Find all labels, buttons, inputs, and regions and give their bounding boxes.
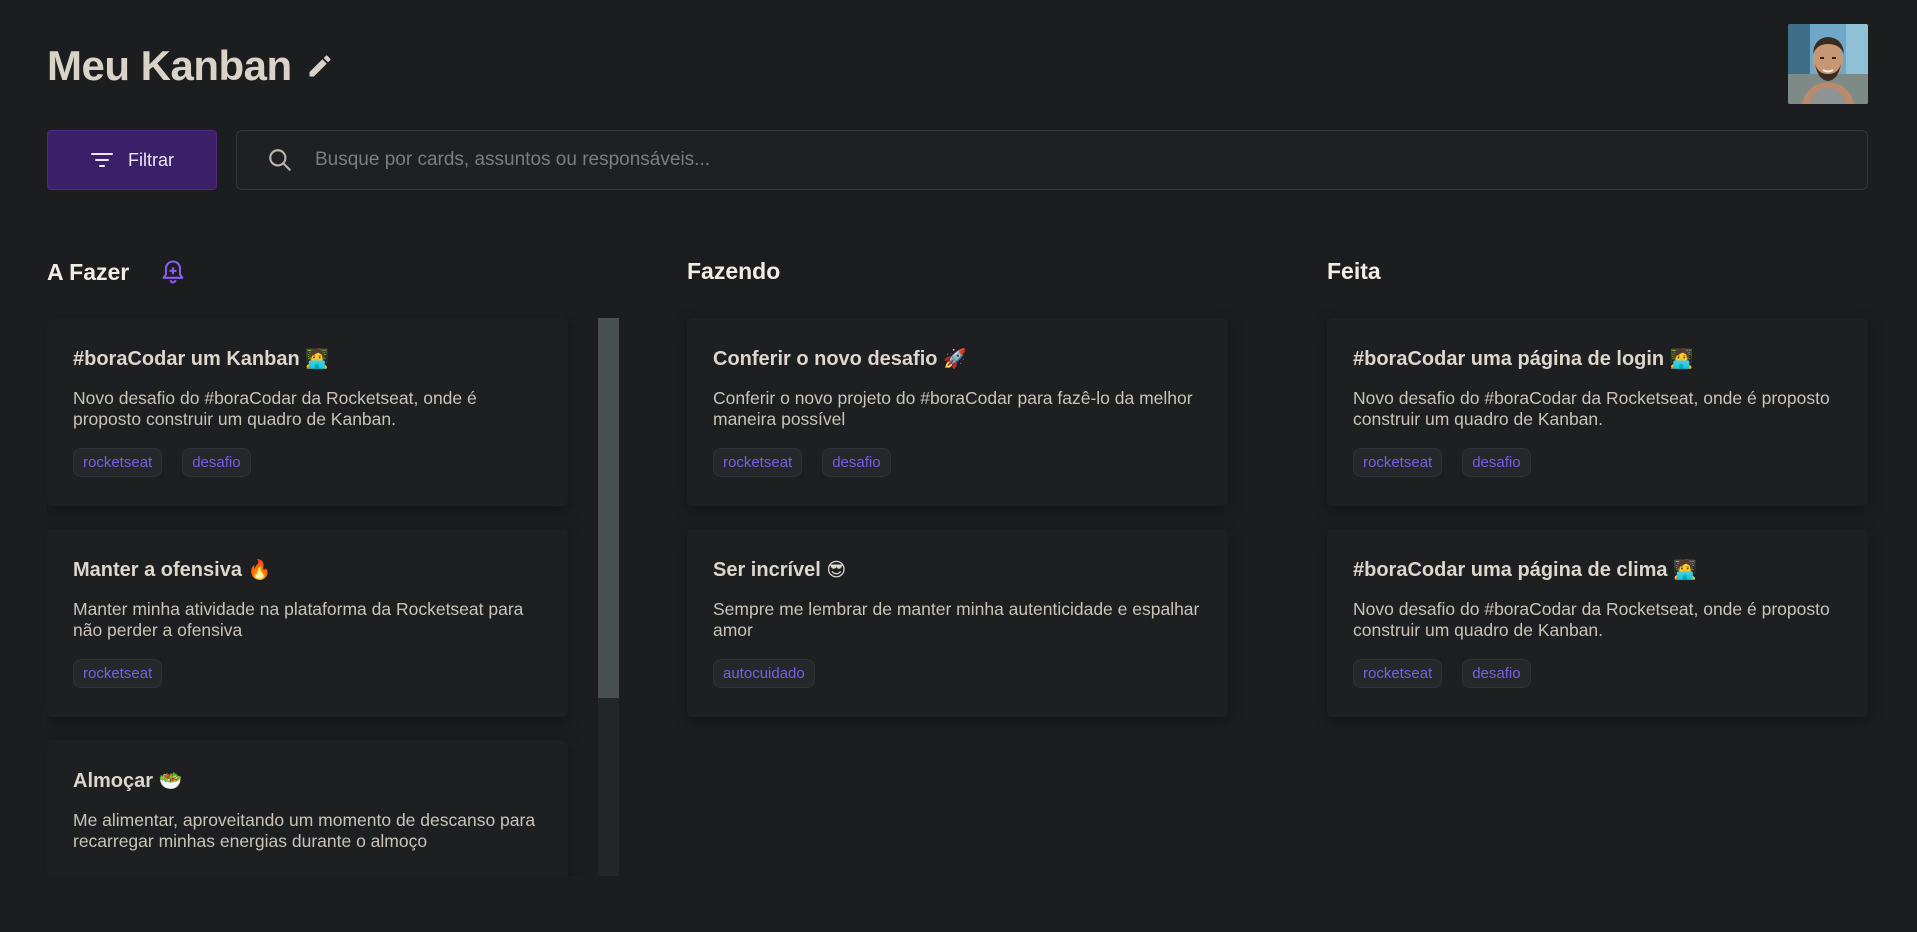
- tag[interactable]: rocketseat: [1353, 448, 1443, 477]
- card-title: #boraCodar um Kanban 🧑‍💻: [73, 348, 329, 370]
- search-icon: [267, 147, 293, 173]
- filter-button[interactable]: Filtrar: [47, 130, 217, 190]
- card-description: Novo desafio do #boraCodar da Rocketseat…: [1353, 599, 1830, 640]
- column-title: Feita: [1327, 258, 1381, 284]
- card-description: Manter minha atividade na plataforma da …: [73, 599, 524, 640]
- card-description: Novo desafio do #boraCodar da Rocketseat…: [1353, 388, 1830, 429]
- pencil-icon[interactable]: [306, 52, 334, 80]
- column-title: Fazendo: [687, 258, 781, 284]
- tag[interactable]: desafio: [1462, 448, 1531, 477]
- column-title: A Fazer: [47, 258, 130, 285]
- card[interactable]: #boraCodar uma página de login 🧑‍💻 Novo …: [1327, 318, 1868, 506]
- tag[interactable]: desafio: [182, 448, 251, 477]
- card-title: Manter a ofensiva 🔥: [73, 559, 272, 581]
- card-description: Conferir o novo projeto do #boraCodar pa…: [713, 388, 1193, 429]
- card[interactable]: Almoçar 🥗 Me alimentar, aproveitando um …: [47, 740, 568, 876]
- card-title: Conferir o novo desafio 🚀: [713, 348, 967, 370]
- column-header: Feita: [1327, 258, 1381, 285]
- tag[interactable]: rocketseat: [73, 659, 163, 688]
- filter-label: Filtrar: [128, 149, 174, 170]
- card[interactable]: #boraCodar uma página de clima 🧑‍💻 Novo …: [1327, 529, 1868, 717]
- card-tags: rocketseat desafio: [73, 448, 542, 477]
- card[interactable]: Ser incrível 😎 Sempre me lembrar de mant…: [687, 529, 1228, 717]
- tag[interactable]: rocketseat: [713, 448, 803, 477]
- column-header: A Fazer: [47, 258, 187, 286]
- column-a-fazer: A Fazer: [47, 258, 187, 286]
- tag[interactable]: rocketseat: [1353, 659, 1443, 688]
- search-box[interactable]: [236, 130, 1868, 190]
- bell-plus-icon[interactable]: [159, 258, 187, 286]
- card[interactable]: #boraCodar um Kanban 🧑‍💻 Novo desafio do…: [47, 318, 568, 506]
- avatar[interactable]: [1788, 24, 1868, 104]
- tag[interactable]: rocketseat: [73, 448, 163, 477]
- card-description: Novo desafio do #boraCodar da Rocketseat…: [73, 388, 477, 429]
- card-title: Ser incrível 😎: [713, 559, 847, 581]
- header: Meu Kanban: [47, 42, 334, 90]
- card-title: Almoçar 🥗: [73, 770, 183, 792]
- card[interactable]: Conferir o novo desafio 🚀 Conferir o nov…: [687, 318, 1228, 506]
- card-tags: rocketseat: [73, 659, 542, 688]
- card-tags: rocketseat desafio: [713, 448, 1202, 477]
- tag[interactable]: autocuidado: [713, 659, 815, 688]
- card-title: #boraCodar uma página de clima 🧑‍💻: [1353, 559, 1697, 581]
- card-tags: rocketseat desafio: [1353, 659, 1842, 688]
- card-description: Me alimentar, aproveitando um momento de…: [73, 810, 536, 851]
- column-header: Fazendo: [687, 258, 780, 285]
- card-description: Sempre me lembrar de manter minha autent…: [713, 599, 1200, 640]
- tag[interactable]: desafio: [822, 448, 891, 477]
- card-title: #boraCodar uma página de login 🧑‍💻: [1353, 348, 1694, 370]
- scrollbar[interactable]: [598, 318, 619, 876]
- todo-card-list[interactable]: #boraCodar um Kanban 🧑‍💻 Novo desafio do…: [47, 318, 620, 876]
- card-tags: rocketseat desafio: [1353, 448, 1842, 477]
- search-input[interactable]: [315, 149, 1867, 171]
- column-feita: Feita #boraCodar uma página de login 🧑‍💻…: [1327, 258, 1868, 717]
- filter-icon: [90, 150, 114, 170]
- scrollbar-thumb[interactable]: [598, 318, 619, 698]
- page-title: Meu Kanban: [47, 42, 292, 89]
- tag[interactable]: desafio: [1462, 659, 1531, 688]
- column-fazendo: Fazendo Conferir o novo desafio 🚀 Confer…: [687, 258, 1228, 717]
- card[interactable]: Manter a ofensiva 🔥 Manter minha ativida…: [47, 529, 568, 717]
- card-tags: autocuidado: [713, 659, 1202, 688]
